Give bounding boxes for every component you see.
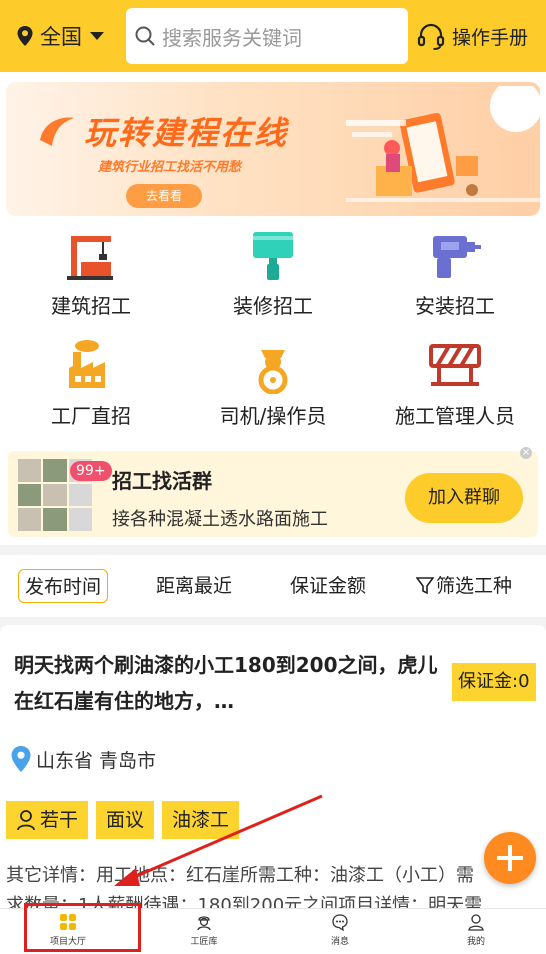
manual-label: 操作手册 [452,26,529,49]
tag-salary: 面议 [96,801,155,839]
category-installation[interactable]: 安装招工 [364,228,546,319]
category-label: 施工管理人员 [395,404,515,428]
category-grid: 建筑招工 装修招工 安装招工 工厂直招 司机/操作员 施工管理人员 [0,220,546,445]
caret-down-icon [90,32,104,40]
filter-work-type[interactable]: 筛选工种 [416,569,512,603]
filter-bar: 发布时间 距离最近 保证金额 筛选工种 [0,555,546,617]
person-icon [17,810,35,831]
group-section: 99+ 招工找活群 接各种混凝土透水路面施工 加入群聊 × [0,445,546,545]
category-construction[interactable]: 建筑招工 [0,228,182,319]
filter-distance[interactable]: 距离最近 [156,569,232,603]
paint-roller-icon [253,232,293,280]
job-location: 山东省 青岛市 [10,745,156,773]
job-title: 明天找两个刷油漆的小工180到200之间，虎儿在红石崖有住的地方，… [14,653,438,713]
group-title: 招工找活群 [112,469,212,493]
crane-icon [67,236,113,280]
barrier-icon [429,344,481,386]
search-icon [135,26,155,46]
driver-icon [258,350,288,395]
location-pin-icon [11,746,31,772]
job-card[interactable]: 明天找两个刷油漆的小工180到200之间，虎儿在红石崖有住的地方，… 保证金:0… [0,625,546,916]
funnel-icon [416,577,434,595]
add-post-button[interactable] [484,832,536,884]
deposit-badge: 保证金:0 [452,663,536,701]
worker-icon [197,916,211,931]
group-card[interactable]: 99+ 招工找活群 接各种混凝土透水路面施工 加入群聊 × [8,447,538,537]
category-label: 工厂直招 [51,404,131,428]
banner-title: 玩转建程在线 [84,114,289,152]
search-placeholder: 搜索服务关键词 [162,25,302,50]
manual-button[interactable]: 操作手册 [416,21,528,51]
filter-publish-time[interactable]: 发布时间 [18,569,109,603]
category-label: 司机/操作员 [219,404,327,428]
profile-icon [468,914,484,931]
unread-badge: 99+ [70,461,112,481]
filter-work-type-label: 筛选工种 [436,575,513,597]
location-label: 全国 [40,25,82,49]
top-header: 全国 搜索服务关键词 操作手册 [0,0,546,72]
job-detail-line: 其它详情：用工地点：红石崖所需工种：油漆工（小工）需 [6,865,474,886]
promo-banner[interactable]: 玩转建程在线 建筑行业招工找活不用愁 去看看 [6,82,540,216]
category-driver[interactable]: 司机/操作员 [182,338,364,429]
group-description: 接各种混凝土透水路面施工 [112,509,328,530]
location-selector[interactable]: 全国 [16,21,126,51]
category-factory[interactable]: 工厂直招 [0,338,182,429]
category-label: 安装招工 [415,294,495,318]
annotation-highlight-box [24,903,141,952]
join-group-button[interactable]: 加入群聊 [405,473,523,523]
category-label: 装修招工 [233,294,313,318]
factory-icon [69,340,105,388]
close-icon[interactable]: × [520,447,532,459]
headset-icon [417,23,445,50]
swoosh-logo-icon [40,117,74,146]
job-tags: 若干 面议 油漆工 [6,801,240,839]
category-label: 建筑招工 [51,294,131,318]
job-location-text: 山东省 青岛市 [36,749,157,772]
tab-label: 工匠库 [190,937,218,947]
message-icon [332,914,348,931]
tab-craftsman[interactable]: 工匠库 [136,913,272,947]
banner-go-button[interactable]: 去看看 [126,184,202,208]
tab-messages[interactable]: 消息 [272,913,408,947]
location-pin-icon [17,26,33,46]
filter-deposit[interactable]: 保证金额 [290,569,366,603]
tag-work-type: 油漆工 [162,801,240,839]
search-input[interactable]: 搜索服务关键词 [126,8,408,64]
tag-label: 若干 [40,809,79,831]
banner-subtitle: 建筑行业招工找活不用愁 [98,160,242,175]
category-decoration[interactable]: 装修招工 [182,228,364,319]
banner-section: 玩转建程在线 建筑行业招工找活不用愁 去看看 [0,72,546,220]
tag-headcount: 若干 [6,801,89,839]
category-management[interactable]: 施工管理人员 [364,338,546,429]
tab-mine[interactable]: 我的 [408,913,544,947]
drill-icon [433,236,481,278]
tab-label: 我的 [466,937,485,947]
tab-label: 消息 [330,937,349,947]
banner-illustration [346,86,540,202]
